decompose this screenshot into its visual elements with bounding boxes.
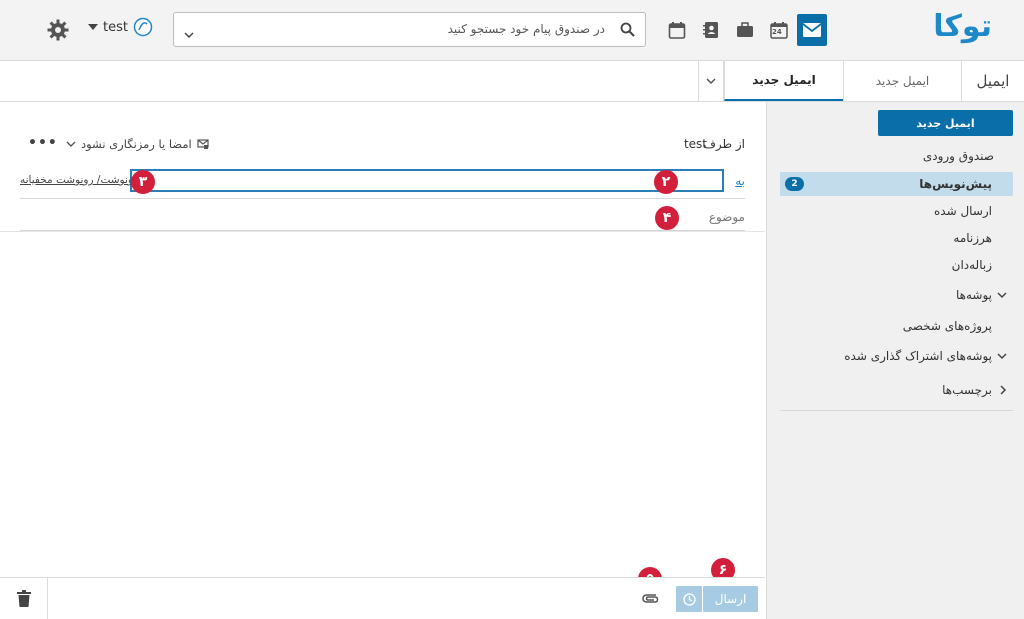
chevron-down-icon[interactable] bbox=[997, 291, 1007, 299]
new-mail-button[interactable]: ایمیل جدید bbox=[878, 110, 1013, 136]
avatar bbox=[133, 17, 153, 37]
tabs-row: ایمیل ایمیل جدید ایمیل جدید bbox=[0, 61, 1024, 102]
folder-personal-projects[interactable]: پروژه‌های شخصی bbox=[903, 319, 992, 333]
folder-folders[interactable]: پوشه‌ها bbox=[956, 288, 992, 302]
folder-spam[interactable]: هرزنامه bbox=[953, 231, 992, 245]
top-bar: توکا 24 در صندوق پیام خود جستجو کنید tes… bbox=[0, 0, 1024, 61]
compose-form: از طرف test امضا یا رمزنگاری نشود ••• به… bbox=[0, 102, 765, 577]
envelope-lock-icon bbox=[197, 139, 209, 149]
calendar-day-number: 24 bbox=[772, 28, 782, 36]
calendar-today-icon[interactable]: 24 bbox=[764, 14, 794, 46]
folder-trash[interactable]: زباله‌دان bbox=[952, 258, 992, 272]
sign-encrypt-select[interactable]: امضا یا رمزنگاری نشود bbox=[66, 137, 209, 151]
cc-bcc-link[interactable]: رونوشت/ رونوشت مخفیانه bbox=[20, 174, 138, 186]
chevron-down-icon[interactable] bbox=[184, 24, 194, 43]
folder-shared[interactable]: پوشه‌های اشتراک گذاری شده bbox=[844, 349, 992, 363]
annotation-marker-3: ۳ bbox=[131, 170, 155, 194]
annotation-marker-2: ۲ bbox=[654, 170, 678, 194]
drafts-count-badge: 2 bbox=[785, 177, 804, 191]
username: test bbox=[103, 19, 128, 35]
chevron-down-icon[interactable] bbox=[997, 352, 1007, 360]
mail-app-icon[interactable] bbox=[797, 14, 827, 46]
to-label[interactable]: به bbox=[735, 174, 745, 188]
body-divider bbox=[0, 231, 765, 232]
to-input[interactable] bbox=[130, 169, 724, 192]
clock-icon bbox=[682, 592, 696, 606]
search-input[interactable]: در صندوق پیام خود جستجو کنید bbox=[173, 12, 646, 47]
from-label: از طرف bbox=[703, 137, 745, 151]
chevron-down-icon bbox=[66, 141, 76, 147]
to-row-divider bbox=[20, 198, 745, 199]
briefcase-icon[interactable] bbox=[730, 14, 760, 46]
app-logo: توکا bbox=[933, 9, 993, 44]
module-title: ایمیل bbox=[961, 61, 1024, 101]
search-placeholder: در صندوق پیام خود جستجو کنید bbox=[447, 22, 605, 36]
search-icon[interactable] bbox=[620, 22, 635, 41]
sign-encrypt-label: امضا یا رمزنگاری نشود bbox=[81, 137, 192, 151]
send-button[interactable]: ارسال bbox=[703, 586, 758, 612]
more-options-icon[interactable]: ••• bbox=[28, 135, 58, 151]
annotation-marker-4: ۴ bbox=[655, 206, 679, 230]
folder-tags[interactable]: برچسب‌ها bbox=[942, 383, 992, 397]
schedule-send-button[interactable] bbox=[676, 586, 702, 612]
mail-sidebar: ایمیل جدید صندوق ورودی پیش‌نویس‌ها 2 ارس… bbox=[766, 102, 1024, 619]
tabs-dropdown[interactable] bbox=[698, 61, 724, 101]
caret-down-icon bbox=[88, 24, 98, 30]
contacts-icon[interactable] bbox=[696, 14, 726, 46]
chevron-down-icon bbox=[706, 78, 716, 85]
folder-drafts[interactable]: پیش‌نویس‌ها bbox=[919, 177, 992, 191]
from-value[interactable]: test bbox=[684, 137, 707, 151]
subject-field[interactable]: موضوع bbox=[709, 210, 745, 224]
trash-icon[interactable] bbox=[0, 578, 48, 619]
tab-new-mail-2[interactable]: ایمیل جدید bbox=[724, 61, 843, 101]
gear-icon[interactable] bbox=[47, 19, 69, 45]
sidebar-divider bbox=[780, 410, 1013, 411]
folder-sent[interactable]: ارسال شده bbox=[934, 204, 992, 218]
compose-toolbar: ارسال bbox=[0, 577, 765, 619]
folder-inbox[interactable]: صندوق ورودی bbox=[923, 149, 994, 163]
chevron-right-icon[interactable] bbox=[999, 385, 1007, 395]
calendar-icon[interactable] bbox=[662, 14, 692, 46]
user-menu[interactable]: test bbox=[88, 17, 153, 37]
paperclip-icon[interactable] bbox=[641, 590, 659, 609]
tab-new-mail-1[interactable]: ایمیل جدید bbox=[843, 61, 961, 101]
